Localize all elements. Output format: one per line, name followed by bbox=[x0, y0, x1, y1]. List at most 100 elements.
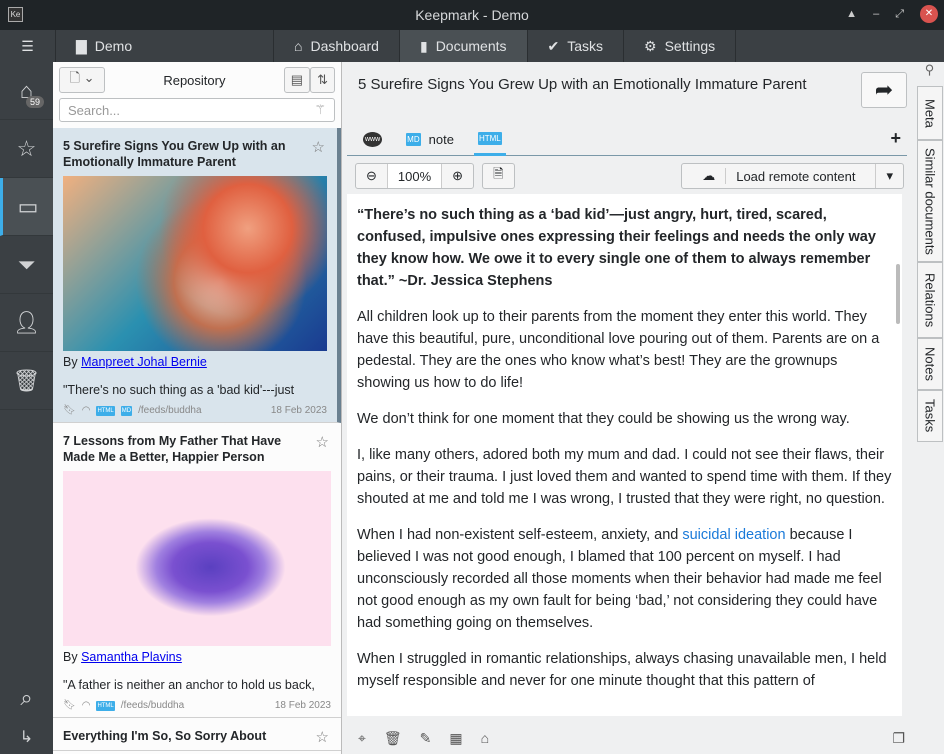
card-title: Everything I'm So, So Sorry About bbox=[63, 729, 267, 743]
gear-icon: ⚙ bbox=[644, 37, 657, 54]
detach-window-icon[interactable]: ❐ bbox=[892, 730, 905, 747]
tab-note[interactable]: MD note bbox=[402, 124, 458, 156]
document-title: 5 Surefire Signs You Grew Up with an Emo… bbox=[358, 76, 807, 93]
hamburger-icon: ☰ bbox=[21, 37, 34, 54]
html-file-icon[interactable]: HTML bbox=[96, 405, 115, 416]
article-image bbox=[63, 176, 327, 351]
add-tab-icon[interactable]: + bbox=[890, 128, 901, 149]
tab-label: Tasks bbox=[567, 38, 604, 54]
zoom-out-icon[interactable]: ⊖ bbox=[356, 164, 388, 188]
zoom-level[interactable]: 100% bbox=[387, 164, 443, 188]
app-logo: Ke bbox=[8, 7, 23, 22]
tab-notes[interactable]: Notes bbox=[917, 338, 943, 390]
tab-dashboard[interactable]: ⌂ Dashboard bbox=[274, 30, 400, 62]
trash-icon[interactable]: 🗑︎ bbox=[384, 730, 402, 747]
html-file-icon: HTML bbox=[477, 131, 502, 145]
minimize-icon[interactable]: – bbox=[873, 8, 879, 20]
filter-icon: ⏷ bbox=[17, 251, 36, 277]
title-bar: Ke Keepmark - Demo ▲ – ⤢ ✕ bbox=[0, 0, 944, 30]
rss-icon: ◠ bbox=[81, 405, 91, 416]
paragraph: All children look up to their parents fr… bbox=[357, 309, 880, 391]
view-mode-button[interactable]: ▤ bbox=[283, 67, 311, 93]
by-label: By bbox=[63, 355, 78, 369]
locate-icon[interactable]: ⌖ bbox=[358, 730, 366, 747]
inline-link[interactable]: suicidal ideation bbox=[682, 527, 785, 543]
scrollbar[interactable] bbox=[896, 264, 900, 324]
load-remote-button[interactable]: ☁︎ Load remote content bbox=[682, 164, 877, 188]
paragraph: When I had non-existent self-esteem, anx… bbox=[357, 524, 892, 634]
search-input[interactable]: Search... ⚚ bbox=[59, 98, 335, 122]
card-excerpt: "There's no such thing as a 'bad kid'---… bbox=[63, 383, 295, 397]
magic-wand-icon[interactable]: ⚚ bbox=[314, 102, 326, 118]
sidebar: ⌂ 59 ☆ ▭ ⏷ 👤︎ 🗑︎ ⌕ ↳ bbox=[0, 62, 53, 754]
new-document-button[interactable]: 🗋︎ ⌄ bbox=[59, 67, 105, 93]
sidebar-item-trash[interactable]: 🗑︎ bbox=[0, 352, 53, 410]
home-icon: ⌂ bbox=[294, 38, 303, 54]
tab-relations[interactable]: Relations bbox=[917, 262, 943, 338]
md-file-icon[interactable]: MD bbox=[120, 405, 133, 416]
card-date: 18 Feb 2023 bbox=[274, 700, 331, 711]
html-file-icon[interactable]: HTML bbox=[96, 700, 115, 711]
www-icon: www bbox=[363, 132, 383, 147]
sidebar-item-filter[interactable]: ⏷ bbox=[0, 236, 53, 294]
star-icon[interactable]: ☆ bbox=[312, 138, 325, 156]
repository-icon: ▇ bbox=[76, 37, 87, 54]
dropdown-arrow-icon[interactable]: ▾ bbox=[876, 164, 903, 188]
tab-tasks-panel[interactable]: Tasks bbox=[917, 390, 943, 442]
calendar-icon[interactable]: ▦ bbox=[449, 730, 462, 747]
share-icon: ➦ bbox=[874, 77, 894, 102]
tab-html[interactable]: HTML bbox=[473, 124, 506, 156]
window-title: Keepmark - Demo bbox=[415, 7, 529, 23]
tab-tasks[interactable]: ✔ Tasks bbox=[528, 30, 625, 62]
sidebar-item-inbox[interactable]: ⌂ 59 bbox=[0, 62, 53, 120]
tag-icon[interactable]: ⌂ bbox=[481, 730, 489, 746]
md-file-icon: MD bbox=[406, 133, 421, 146]
sidebar-logout[interactable]: ↳ bbox=[0, 722, 53, 752]
tab-similar-documents[interactable]: Similar documents bbox=[917, 140, 943, 262]
star-icon[interactable]: ☆ bbox=[316, 728, 329, 746]
share-button[interactable]: ➦ bbox=[861, 72, 907, 108]
sidebar-item-users[interactable]: 👤︎ bbox=[0, 294, 53, 352]
tab-meta[interactable]: Meta bbox=[917, 86, 943, 140]
paragraph: When I struggled in romantic relationshi… bbox=[357, 651, 887, 689]
sort-button[interactable]: ⇅ bbox=[310, 67, 335, 93]
bottom-toolbar: ⌖ 🗑︎ ✎ ▦ ⌂ ❐ bbox=[342, 722, 915, 754]
repository-button[interactable]: ▇ Demo bbox=[56, 30, 274, 62]
zoom-in-icon[interactable]: ⊕ bbox=[442, 164, 473, 188]
tab-documents[interactable]: ▮ Documents bbox=[399, 30, 528, 62]
quote: “There’s no such thing as a ‘bad kid’—ju… bbox=[357, 207, 876, 289]
sidebar-item-favorites[interactable]: ☆ bbox=[0, 120, 53, 178]
list-item[interactable]: 7 Lessons from My Father That Have Made … bbox=[53, 423, 341, 718]
card-title: 7 Lessons from My Father That Have Made … bbox=[63, 434, 282, 464]
list-view-icon: ▤ bbox=[290, 72, 304, 87]
by-label: By bbox=[63, 650, 78, 664]
list-header: Repository bbox=[163, 72, 226, 88]
close-icon[interactable]: ✕ bbox=[920, 5, 938, 23]
keep-above-icon[interactable]: ▲ bbox=[846, 8, 857, 20]
star-icon[interactable]: ☆ bbox=[316, 433, 329, 451]
sidebar-item-repository[interactable]: ▭ bbox=[0, 178, 53, 236]
edit-icon[interactable]: ✎ bbox=[420, 730, 432, 747]
list-item[interactable]: 5 Surefire Signs You Grew Up with an Emo… bbox=[53, 128, 341, 423]
author-link[interactable]: Manpreet Johal Bernie bbox=[81, 355, 207, 369]
tab-label: Documents bbox=[435, 38, 507, 54]
logout-icon: ↳ bbox=[19, 729, 34, 746]
pdf-export-icon[interactable]: 🗎︎ bbox=[483, 164, 513, 188]
sidebar-search[interactable]: ⌕ bbox=[0, 678, 53, 718]
right-tabs: ⚲ Meta Similar documents Relations Notes… bbox=[915, 62, 944, 754]
bookmark-icon[interactable]: 🔖︎ bbox=[63, 700, 76, 711]
author-link[interactable]: Samantha Plavins bbox=[81, 650, 182, 664]
document-view: 5 Surefire Signs You Grew Up with an Emo… bbox=[342, 62, 915, 754]
star-icon: ☆ bbox=[16, 135, 37, 161]
article-image bbox=[63, 471, 331, 646]
bookmark-icon[interactable]: 🔖︎ bbox=[63, 405, 76, 416]
list-item[interactable]: Everything I'm So, So Sorry About ☆ bbox=[53, 718, 341, 751]
feed-path: /feeds/buddha bbox=[138, 405, 202, 416]
rss-icon: ◠ bbox=[81, 700, 91, 711]
text: When I had non-existent self-esteem, anx… bbox=[357, 527, 683, 543]
menu-button[interactable]: ☰ bbox=[0, 30, 56, 62]
pin-icon[interactable]: ⚲ bbox=[915, 62, 944, 86]
maximize-icon[interactable]: ⤢ bbox=[895, 8, 904, 21]
tab-settings[interactable]: ⚙ Settings bbox=[624, 30, 737, 62]
tab-web[interactable]: www bbox=[359, 124, 386, 156]
